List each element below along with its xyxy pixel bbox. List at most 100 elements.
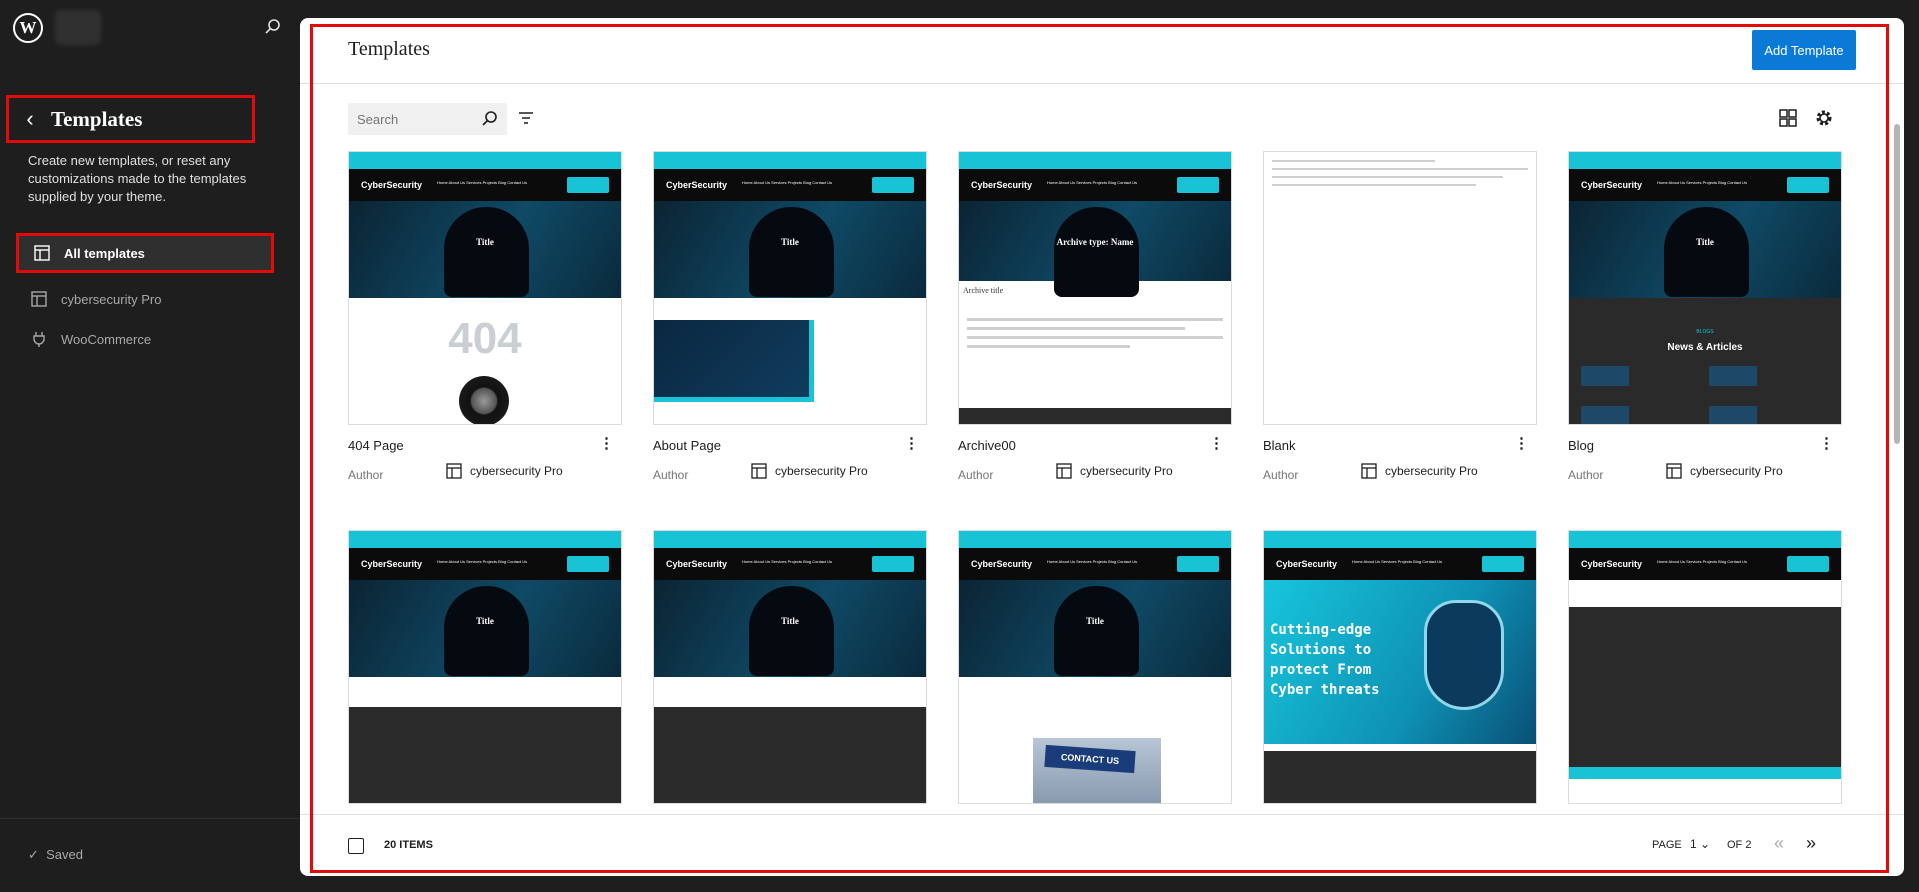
preview-blog-eyebrow: BLOGS: [1696, 329, 1714, 335]
preview-topbar: [654, 152, 926, 169]
author-theme: cybersecurity Pro: [1361, 463, 1478, 479]
search-field: [348, 103, 507, 135]
preview-hero: Title: [959, 580, 1231, 677]
layout-icon: [1666, 463, 1682, 479]
template-card-about-page[interactable]: CyberSecurity Home About Us Services Proj…: [653, 151, 927, 482]
first-page-button[interactable]: «: [1774, 833, 1784, 854]
preview-blog-thumb: [1709, 406, 1757, 424]
preview-topbar: [349, 531, 621, 548]
template-card[interactable]: CyberSecurity Home About Us Services Proj…: [1568, 530, 1842, 804]
template-preview[interactable]: CyberSecurity Home About Us Services Proj…: [653, 151, 927, 425]
template-name[interactable]: Blog: [1568, 438, 1594, 453]
template-preview[interactable]: CyberSecurity Home About Us Services Proj…: [958, 530, 1232, 804]
sidebar-item-cybersecurity-pro[interactable]: cybersecurity Pro: [16, 279, 274, 319]
preview-logo: CyberSecurity: [971, 180, 1033, 190]
page-select[interactable]: 1 ⌄: [1690, 837, 1710, 851]
more-vertical-icon[interactable]: ⋮: [1514, 434, 1529, 452]
more-vertical-icon[interactable]: ⋮: [1209, 434, 1224, 452]
wordpress-logo-icon[interactable]: W: [13, 13, 43, 43]
preview-content-lines: [1264, 154, 1536, 192]
plug-icon: [30, 330, 48, 348]
add-template-button[interactable]: Add Template: [1752, 30, 1856, 70]
sidebar-item-all-templates[interactable]: All templates: [16, 233, 274, 273]
layout-icon: [751, 463, 767, 479]
preview-topbar: [1264, 531, 1536, 548]
template-preview[interactable]: CyberSecurity Home About Us Services Proj…: [1568, 530, 1842, 804]
sidebar-item-woocommerce[interactable]: WooCommerce: [16, 319, 274, 359]
select-all-checkbox[interactable]: [348, 838, 364, 854]
preview-nav: CyberSecurity Home About Us Services Proj…: [1569, 548, 1841, 580]
author-theme: cybersecurity Pro: [446, 463, 563, 479]
preview-cta: [1482, 556, 1524, 572]
template-name[interactable]: Archive00: [958, 438, 1016, 453]
template-card[interactable]: CyberSecurity Home About Us Services Proj…: [958, 530, 1232, 804]
preview-menu: Home About Us Services Projects Blog Con…: [437, 559, 528, 564]
preview-shield-image: [1424, 600, 1504, 710]
search-input[interactable]: [348, 103, 466, 135]
items-count: 20 ITEMS: [384, 839, 433, 851]
author-theme-name: cybersecurity Pro: [1385, 464, 1478, 478]
preview-cta: [872, 556, 914, 572]
author-theme: cybersecurity Pro: [751, 463, 868, 479]
author-label: Author: [958, 468, 994, 482]
author-theme-name: cybersecurity Pro: [1690, 464, 1783, 478]
more-vertical-icon[interactable]: ⋮: [904, 434, 919, 452]
template-preview[interactable]: CyberSecurity Home About Us Services Proj…: [1568, 151, 1842, 425]
sidebar-title: Templates: [51, 106, 143, 131]
preview-hero: Title: [349, 201, 621, 298]
preview-logo: CyberSecurity: [1581, 559, 1643, 569]
preview-nav: CyberSecurity Home About Us Services Proj…: [1569, 169, 1841, 201]
author-theme: cybersecurity Pro: [1666, 463, 1783, 479]
filter-icon[interactable]: [515, 107, 537, 129]
next-page-button[interactable]: »: [1806, 833, 1816, 854]
grid-view-icon[interactable]: [1777, 107, 1799, 129]
check-icon: ✓: [28, 847, 39, 862]
scrollbar-thumb[interactable]: [1894, 124, 1900, 444]
template-card-404-page[interactable]: CyberSecurity Home About Us Services Proj…: [348, 151, 622, 482]
save-status: ✓ Saved: [28, 847, 83, 863]
template-preview[interactable]: [1263, 151, 1537, 425]
template-name[interactable]: Blank: [1263, 438, 1296, 453]
preview-nav: CyberSecurity Home About Us Services Proj…: [654, 169, 926, 201]
preview-contact-sign: CONTACT US: [1044, 744, 1136, 774]
site-icon[interactable]: [55, 10, 101, 45]
template-card-archive00[interactable]: CyberSecurity Home About Us Services Proj…: [958, 151, 1232, 482]
template-preview[interactable]: CyberSecurity Home About Us Services Proj…: [348, 530, 622, 804]
template-card[interactable]: CyberSecurity Home About Us Services Proj…: [1263, 530, 1537, 804]
more-vertical-icon[interactable]: ⋮: [1819, 434, 1834, 452]
search-icon[interactable]: [263, 17, 283, 37]
preview-menu: Home About Us Services Projects Blog Con…: [1657, 180, 1748, 185]
preview-hero-title: Title: [1696, 237, 1714, 247]
gear-icon[interactable]: [1813, 107, 1835, 129]
preview-topbar: [959, 152, 1231, 169]
preview-hacker-image: [749, 586, 834, 676]
preview-about-image: [654, 320, 814, 402]
author-label: Author: [1568, 468, 1604, 482]
layout-icon: [1056, 463, 1072, 479]
template-card-blank[interactable]: Blank ⋮ Author cybersecurity Pro: [1263, 151, 1537, 482]
more-vertical-icon[interactable]: ⋮: [599, 434, 614, 452]
author-label: Author: [1263, 468, 1299, 482]
template-card-blog[interactable]: CyberSecurity Home About Us Services Proj…: [1568, 151, 1842, 482]
save-status-label: Saved: [46, 847, 84, 862]
preview-logo: CyberSecurity: [361, 559, 423, 569]
template-preview[interactable]: CyberSecurity Home About Us Services Proj…: [653, 530, 927, 804]
preview-hero-title: Title: [781, 616, 799, 626]
template-name[interactable]: About Page: [653, 438, 721, 453]
preview-contact-image: CONTACT US: [1033, 738, 1161, 803]
chevron-left-icon[interactable]: ‹: [9, 106, 51, 132]
template-preview[interactable]: CyberSecurity Home About Us Services Proj…: [1263, 530, 1537, 804]
preview-blog-thumb: [1581, 366, 1629, 386]
preview-hero: Cutting-edge Solutions to protect From C…: [1264, 580, 1536, 744]
template-preview[interactable]: CyberSecurity Home About Us Services Proj…: [348, 151, 622, 425]
template-card[interactable]: CyberSecurity Home About Us Services Proj…: [653, 530, 927, 804]
template-name[interactable]: 404 Page: [348, 438, 404, 453]
scrollbar[interactable]: [1890, 84, 1904, 814]
sidebar-description: Create new templates, or reset any custo…: [28, 153, 247, 204]
template-preview[interactable]: CyberSecurity Home About Us Services Proj…: [958, 151, 1232, 425]
preview-blog-heading: News & Articles: [1667, 342, 1743, 353]
preview-logo: CyberSecurity: [1276, 559, 1338, 569]
search-icon[interactable]: [480, 109, 500, 129]
page-header: Templates Add Template: [300, 18, 1904, 84]
template-card[interactable]: CyberSecurity Home About Us Services Proj…: [348, 530, 622, 804]
